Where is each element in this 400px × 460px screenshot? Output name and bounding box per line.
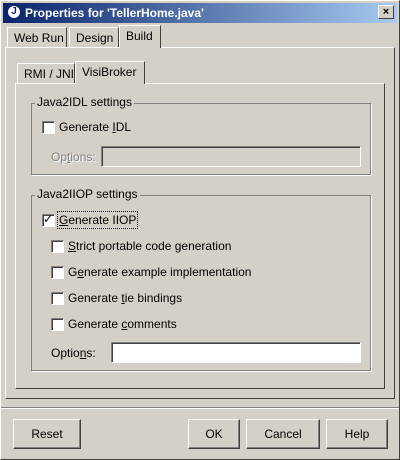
tab-design[interactable]: Design (69, 27, 119, 47)
tab-visibroker[interactable]: VisiBroker (75, 61, 145, 84)
tab-design-label: Design (76, 31, 114, 45)
iiop-options-input[interactable] (111, 342, 361, 363)
tab-build[interactable]: Build (119, 25, 161, 48)
tab-visibroker-label: VisiBroker (82, 65, 137, 79)
strict-portable-label[interactable]: Strict portable code generation (68, 239, 231, 253)
cancel-button[interactable]: Cancel (246, 419, 320, 449)
idl-options-field (101, 146, 361, 167)
tab-web-run[interactable]: Web Run (7, 27, 67, 47)
footer-separator (1, 407, 399, 409)
generate-idl-checkbox[interactable] (42, 121, 55, 134)
tab-rmi-jni[interactable]: RMI / JNI (17, 63, 75, 83)
java2idl-group-title: Java2IDL settings (35, 95, 134, 109)
tab-rmi-jni-label: RMI / JNI (24, 67, 74, 81)
close-button[interactable]: × (378, 5, 394, 19)
java-app-icon: J (7, 5, 21, 19)
title-bar[interactable]: J Properties for 'TellerHome.java' × (3, 3, 397, 23)
checkmark-icon: ✓ (43, 212, 54, 226)
tie-bindings-checkbox[interactable] (51, 292, 64, 305)
example-impl-label[interactable]: Generate example implementation (68, 265, 251, 279)
tie-bindings-label[interactable]: Generate tie bindings (68, 291, 182, 305)
reset-button[interactable]: Reset (13, 419, 81, 449)
example-impl-checkbox[interactable] (51, 266, 64, 279)
generate-idl-label[interactable]: Generate IDL (59, 120, 131, 134)
tab-web-run-label: Web Run (14, 31, 64, 45)
ok-button[interactable]: OK (188, 419, 240, 449)
java2iiop-group-title: Java2IIOP settings (35, 187, 140, 201)
iiop-options-label: Options: (51, 346, 96, 360)
generate-iiop-label[interactable]: Generate IIOP (56, 211, 139, 229)
strict-portable-checkbox[interactable] (51, 240, 64, 253)
help-button[interactable]: Help (326, 419, 388, 449)
window-title: Properties for 'TellerHome.java' (25, 6, 204, 20)
comments-label[interactable]: Generate comments (68, 317, 177, 331)
idl-options-label: Options: (51, 150, 96, 164)
properties-dialog: J Properties for 'TellerHome.java' × Web… (0, 0, 400, 460)
generate-iiop-checkbox[interactable]: ✓ (42, 212, 55, 227)
comments-checkbox[interactable] (51, 318, 64, 331)
tab-build-label: Build (126, 29, 153, 43)
